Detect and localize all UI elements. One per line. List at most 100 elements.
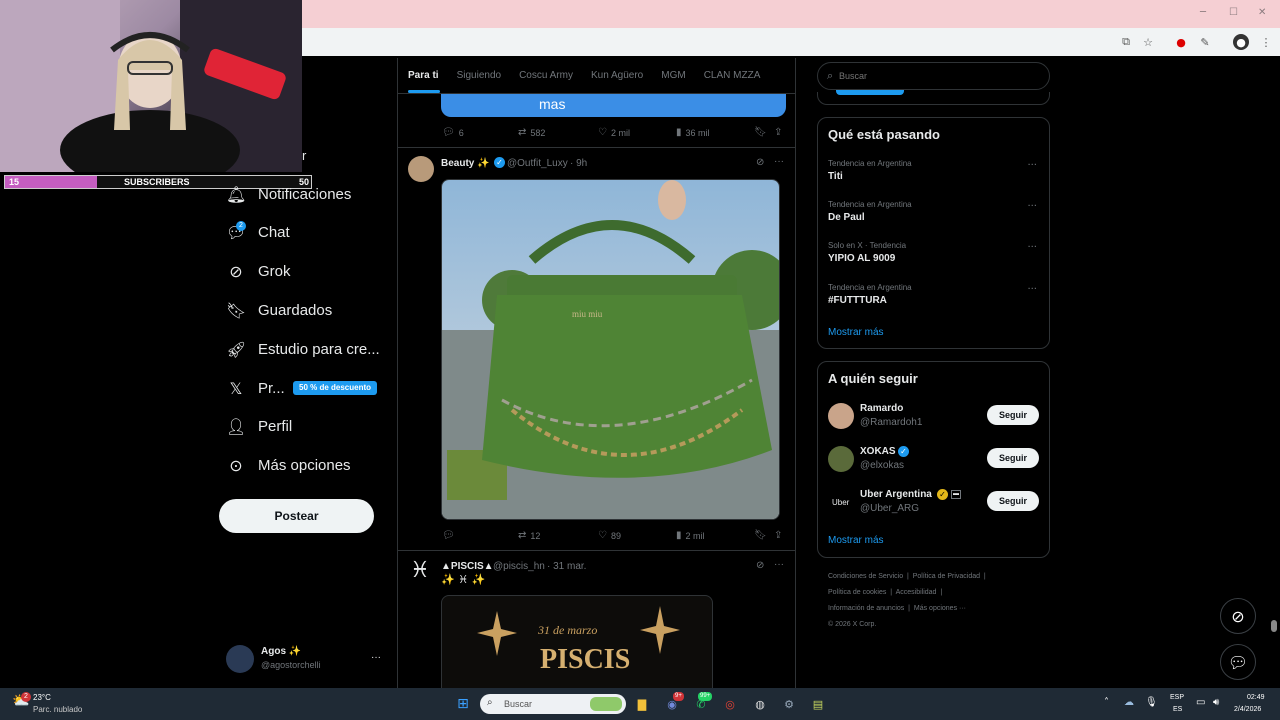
post-author-name[interactable]: ▲PISCIS▲: [441, 561, 494, 572]
messages-fab-icon[interactable]: 💬︎: [1220, 644, 1256, 680]
footer-cookies-link[interactable]: Política de cookies: [828, 589, 886, 596]
follow-button[interactable]: Seguir: [987, 491, 1039, 511]
post-more-icon[interactable]: ···: [774, 156, 784, 167]
minimize-icon[interactable]: ─: [1200, 7, 1206, 18]
sidebar-item-bookmarks[interactable]: 🔖︎ Guardados: [226, 295, 332, 325]
post-time[interactable]: · 9h: [570, 158, 587, 169]
repost-button[interactable]: ⇄ 12: [518, 530, 540, 541]
like-button[interactable]: ♡ 2 mil: [598, 127, 630, 138]
sidebar-item-more[interactable]: ⊙ Más opciones: [226, 450, 350, 480]
trend-item[interactable]: Tendencia en Argentina De Paul: [828, 200, 912, 223]
footer-privacy-link[interactable]: Política de Privacidad: [913, 573, 980, 580]
profile-avatar-icon[interactable]: ●: [1233, 34, 1249, 50]
pisces-avatar-icon[interactable]: ♓: [410, 558, 430, 583]
follow-name[interactable]: Ramardo: [860, 403, 903, 414]
opera-icon[interactable]: ●: [1173, 34, 1189, 50]
weather-temp[interactable]: 23°C: [33, 693, 51, 702]
tab-coscu-army[interactable]: Coscu Army: [519, 70, 573, 81]
share-button[interactable]: ⇪: [774, 127, 782, 138]
follow-name[interactable]: Uber Argentina: [860, 489, 932, 500]
share-button[interactable]: ⇪: [774, 530, 782, 541]
grok-icon[interactable]: ⊘: [756, 560, 764, 571]
steam-icon[interactable]: ⚙: [779, 694, 799, 714]
grok-icon[interactable]: ⊘: [756, 157, 764, 168]
close-icon[interactable]: ✕: [1258, 7, 1266, 18]
clock-date[interactable]: 2/4/2026: [1234, 706, 1261, 713]
reply-button[interactable]: 💬︎: [442, 530, 459, 541]
tab-siguiendo[interactable]: Siguiendo: [457, 70, 501, 81]
network-icon[interactable]: ▭: [1196, 697, 1205, 708]
like-button[interactable]: ♡ 89: [598, 530, 621, 541]
footer-accessibility-link[interactable]: Accesibilidad: [896, 589, 937, 596]
bookmark-star-icon[interactable]: ☆: [1140, 34, 1156, 50]
repost-button[interactable]: ⇄ 582: [518, 127, 545, 138]
show-more-link[interactable]: Mostrar más: [828, 327, 884, 338]
chrome-icon[interactable]: ◎: [720, 694, 740, 714]
scrollbar[interactable]: [1271, 60, 1277, 688]
follow-button[interactable]: Seguir: [987, 448, 1039, 468]
tab-clan-mzza[interactable]: CLAN MZZA: [704, 70, 761, 81]
follow-name[interactable]: XOKAS: [860, 446, 896, 457]
uber-avatar[interactable]: Uber: [832, 498, 849, 507]
premium-promo-badge[interactable]: 50 % de descuento: [293, 381, 378, 395]
language-primary[interactable]: ESP: [1170, 694, 1184, 701]
sidebar-item-creator-studio[interactable]: 🚀︎ Estudio para cre...: [226, 334, 380, 364]
account-more-icon[interactable]: ···: [371, 652, 381, 663]
language-secondary[interactable]: ES: [1173, 706, 1182, 713]
bookmark-button[interactable]: 🔖︎: [754, 530, 767, 541]
clock-time[interactable]: 02:49: [1247, 694, 1265, 701]
sidebar-item-premium[interactable]: 𝕏 Pr...: [226, 373, 285, 403]
sidebar-item-grok[interactable]: ⊘ Grok: [226, 256, 290, 286]
trend-item[interactable]: Tendencia en Argentina #FUTTTURA: [828, 283, 912, 306]
volume-icon[interactable]: 🔊︎: [1213, 697, 1219, 708]
grok-fab-icon[interactable]: ⊘: [1220, 598, 1256, 634]
avatar[interactable]: [828, 403, 854, 429]
tray-chevron-icon[interactable]: ˄: [1104, 697, 1109, 708]
microphone-icon[interactable]: 🎙︎: [1145, 697, 1158, 708]
follow-button[interactable]: Seguir: [987, 405, 1039, 425]
windows-start-icon[interactable]: ⊞: [453, 694, 473, 714]
search-input[interactable]: [839, 68, 1039, 84]
sidebar-item-chat[interactable]: 💬︎ Chat: [226, 217, 290, 247]
follow-show-more-link[interactable]: Mostrar más: [828, 535, 884, 546]
reply-button[interactable]: 💬︎ 6: [442, 127, 464, 138]
footer-terms-link[interactable]: Condiciones de Servicio: [828, 573, 903, 580]
tab-kun-aguero[interactable]: Kun Agüero: [591, 70, 643, 81]
footer-more-link[interactable]: Más opciones ···: [914, 605, 966, 612]
tab-para-ti[interactable]: Para ti: [408, 70, 439, 81]
account-name[interactable]: Agos ✨: [261, 646, 301, 657]
obs-icon[interactable]: ◍: [750, 694, 770, 714]
post-button[interactable]: Postear: [219, 499, 374, 533]
trend-more-icon[interactable]: ···: [1027, 160, 1037, 171]
scrollbar-thumb[interactable]: [1271, 620, 1277, 632]
avatar[interactable]: [226, 645, 254, 673]
onedrive-icon[interactable]: ☁: [1124, 697, 1134, 708]
avatar[interactable]: [828, 446, 854, 472]
extensions-icon[interactable]: ✎: [1197, 34, 1213, 50]
trend-item[interactable]: Tendencia en Argentina Titi: [828, 159, 912, 182]
post-author-handle[interactable]: @piscis_hn: [493, 561, 545, 572]
trend-more-icon[interactable]: ···: [1027, 201, 1037, 212]
sidebar-item-profile[interactable]: 👤︎ Perfil: [226, 411, 292, 441]
file-explorer-icon[interactable]: ▇: [632, 694, 652, 714]
post-more-icon[interactable]: ···: [774, 559, 784, 570]
premium-button-tail[interactable]: [836, 90, 904, 95]
trend-more-icon[interactable]: ···: [1027, 242, 1037, 253]
views-button[interactable]: ▮ 36 mil: [676, 127, 710, 138]
search-box[interactable]: ⌕: [817, 62, 1050, 90]
browser-menu-icon[interactable]: ⋮: [1258, 34, 1274, 50]
taskbar-search[interactable]: ⌕ Buscar: [480, 694, 626, 714]
weather-desc[interactable]: Parc. nublado: [33, 705, 82, 714]
post-image[interactable]: 31 de marzo PISCIS: [441, 595, 713, 688]
install-app-icon[interactable]: ⧉: [1118, 34, 1134, 50]
trend-item[interactable]: Solo en X · Tendencia YIPIO AL 9009: [828, 241, 906, 264]
sidebar-item-notifications[interactable]: 🔔︎ Notificaciones: [226, 179, 351, 209]
maximize-icon[interactable]: ☐: [1229, 7, 1238, 18]
post-author-handle[interactable]: @Outfit_Luxy: [507, 158, 568, 169]
footer-ads-link[interactable]: Información de anuncios: [828, 605, 904, 612]
post-image[interactable]: miu miu: [441, 179, 780, 520]
tab-mgm[interactable]: MGM: [661, 70, 685, 81]
views-button[interactable]: ▮ 2 mil: [676, 530, 705, 541]
notepad-icon[interactable]: ▤: [808, 694, 828, 714]
bookmark-button[interactable]: 🔖︎: [754, 127, 767, 138]
